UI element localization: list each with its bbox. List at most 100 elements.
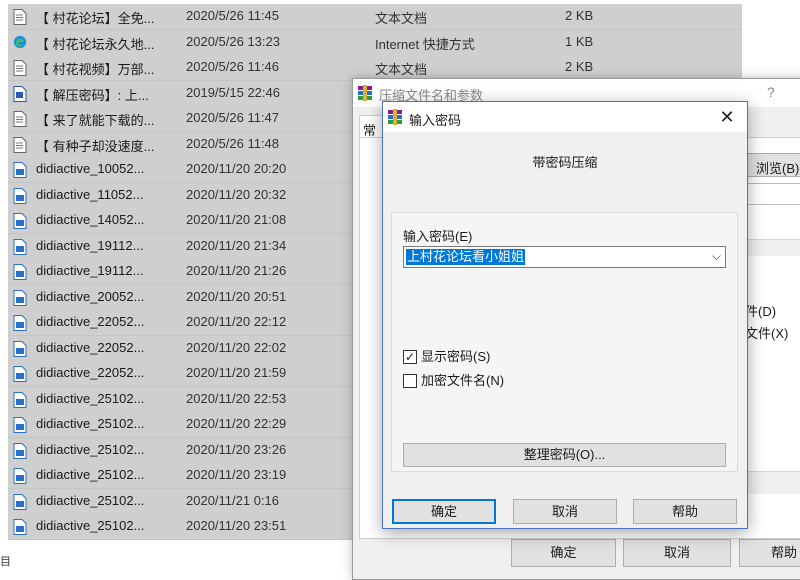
media-file-icon bbox=[13, 315, 27, 331]
media-file-icon bbox=[13, 391, 27, 408]
media-file-icon bbox=[13, 213, 27, 229]
password-input[interactable]: 上村花论坛看小姐姐 ⌵ bbox=[403, 246, 726, 268]
cancel-button[interactable]: 取消 bbox=[623, 539, 731, 567]
media-file-icon bbox=[13, 238, 27, 255]
media-file-icon bbox=[13, 442, 27, 459]
file-name[interactable]: didiactive_19112... bbox=[36, 238, 186, 253]
checkbox-box[interactable] bbox=[403, 373, 417, 388]
file-name[interactable]: 【 村花视频】万部... bbox=[36, 59, 186, 78]
text-file-icon bbox=[13, 60, 27, 76]
text-file-icon bbox=[13, 111, 27, 127]
file-row[interactable]: 【 村花论坛】全免... 2020/5/26 11:45 文本文档 2 KB bbox=[8, 4, 742, 30]
file-date: 2020/5/26 11:48 bbox=[186, 135, 280, 151]
browse-button[interactable]: 浏览(B) bbox=[747, 153, 800, 177]
close-icon[interactable]: ✕ bbox=[713, 106, 741, 128]
file-name[interactable]: didiactive_25102... bbox=[36, 493, 186, 508]
file-size: 1 KB bbox=[565, 33, 594, 49]
file-date: 2020/11/20 22:29 bbox=[186, 416, 287, 431]
enter-password-body: 带密码压缩 输入密码(E) 上村花论坛看小姐姐 ⌵ ✓ 显示密码(S) 加密文件名… bbox=[383, 132, 747, 528]
file-date: 2020/11/20 23:51 bbox=[186, 518, 287, 533]
document-file-icon bbox=[13, 85, 27, 102]
file-name[interactable]: 【 村花论坛】全免... bbox=[36, 8, 186, 27]
file-name[interactable]: didiactive_22052... bbox=[36, 365, 186, 380]
file-type: 文本文档 bbox=[375, 62, 428, 77]
panel-divider bbox=[747, 239, 800, 256]
file-name[interactable]: didiactive_19112... bbox=[36, 263, 186, 278]
file-date: 2020/11/20 21:59 bbox=[186, 365, 287, 380]
archive-option-label[interactable]: 文件(X) bbox=[745, 323, 788, 342]
file-name[interactable]: didiactive_25102... bbox=[36, 416, 186, 431]
enter-password-titlebar[interactable]: 输入密码 ✕ bbox=[383, 102, 747, 132]
file-row[interactable]: 【 村花论坛永久地... 2020/5/26 13:23 Internet 快捷方式… bbox=[8, 29, 742, 56]
media-file-icon bbox=[13, 162, 27, 178]
enter-password-title: 输入密码 bbox=[409, 113, 462, 128]
file-name[interactable]: didiactive_10052... bbox=[36, 161, 186, 176]
show-password-checkbox[interactable]: ✓ 显示密码(S) bbox=[403, 346, 490, 365]
winrar-icon bbox=[388, 109, 402, 125]
file-name[interactable]: didiactive_11052... bbox=[36, 187, 186, 202]
file-date: 2020/5/26 11:46 bbox=[186, 59, 280, 74]
chevron-down-icon[interactable]: ⌵ bbox=[712, 249, 721, 264]
file-date: 2019/5/15 22:46 bbox=[186, 84, 280, 100]
password-value[interactable]: 上村花论坛看小姐姐 bbox=[406, 249, 526, 265]
file-date: 2020/11/20 22:53 bbox=[186, 390, 287, 406]
file-name[interactable]: 【 有种子却没速度... bbox=[36, 136, 186, 155]
file-name[interactable]: didiactive_14052... bbox=[36, 212, 186, 227]
media-file-icon bbox=[13, 468, 27, 484]
text-file-icon bbox=[13, 136, 27, 153]
file-date: 2020/11/20 22:02 bbox=[186, 339, 287, 355]
file-type: Internet 快捷方式 bbox=[375, 36, 475, 52]
file-date: 2020/11/20 21:08 bbox=[186, 212, 287, 227]
password-field-label: 输入密码(E) bbox=[403, 229, 473, 244]
file-type: 文本文档 bbox=[375, 11, 428, 26]
help-button[interactable]: 帮助 bbox=[633, 499, 737, 524]
file-name[interactable]: didiactive_25102... bbox=[36, 442, 186, 457]
file-date: 2020/11/20 20:20 bbox=[186, 161, 287, 176]
file-date: 2020/5/26 13:23 bbox=[186, 33, 280, 49]
file-name[interactable]: didiactive_22052... bbox=[36, 314, 186, 329]
file-date: 2020/11/20 21:26 bbox=[186, 263, 287, 278]
file-name[interactable]: didiactive_20052... bbox=[36, 289, 186, 304]
file-date: 2020/11/21 0:16 bbox=[186, 492, 280, 508]
media-file-icon bbox=[13, 340, 27, 357]
file-date: 2020/11/20 21:34 bbox=[186, 237, 287, 253]
checkbox-box[interactable]: ✓ bbox=[403, 349, 417, 364]
view-toggle-icon[interactable]: 目 bbox=[0, 553, 11, 569]
media-file-icon bbox=[13, 187, 27, 204]
file-name[interactable]: didiactive_25102... bbox=[36, 518, 186, 533]
media-file-icon bbox=[13, 519, 27, 535]
media-file-icon bbox=[13, 289, 27, 306]
media-file-icon bbox=[13, 417, 27, 433]
edge-shortcut-icon bbox=[13, 35, 27, 51]
text-file-icon bbox=[13, 9, 27, 25]
media-file-icon bbox=[13, 366, 27, 382]
file-name[interactable]: didiactive_25102... bbox=[36, 467, 186, 482]
archive-name-field[interactable] bbox=[747, 183, 800, 205]
encrypt-filenames-checkbox[interactable]: 加密文件名(N) bbox=[403, 370, 504, 389]
cancel-button[interactable]: 取消 bbox=[513, 499, 617, 524]
file-date: 2020/5/26 11:45 bbox=[186, 8, 280, 23]
ok-button[interactable]: 确定 bbox=[511, 539, 616, 567]
file-name[interactable]: didiactive_22052... bbox=[36, 340, 186, 355]
enter-password-dialog: 输入密码 ✕ 带密码压缩 输入密码(E) 上村花论坛看小姐姐 ⌵ ✓ 显示密码(S… bbox=[382, 101, 748, 529]
file-date: 2020/11/20 20:51 bbox=[186, 288, 287, 304]
file-date: 2020/11/20 23:26 bbox=[186, 441, 287, 457]
archive-option-label[interactable]: 件(D) bbox=[745, 301, 776, 320]
media-file-icon bbox=[13, 264, 27, 280]
file-size: 2 KB bbox=[565, 59, 594, 74]
file-name[interactable]: 【 来了就能下载的... bbox=[36, 110, 186, 129]
ok-button[interactable]: 确定 bbox=[392, 499, 496, 524]
dialog-heading: 带密码压缩 bbox=[532, 155, 598, 170]
organize-passwords-button[interactable]: 整理密码(O)... bbox=[403, 443, 726, 467]
file-name[interactable]: 【 解压密码】: 上... bbox=[36, 85, 186, 104]
file-name[interactable]: didiactive_25102... bbox=[36, 391, 186, 406]
panel-divider bbox=[747, 471, 800, 494]
file-name[interactable]: 【 村花论坛永久地... bbox=[36, 34, 186, 53]
file-date: 2020/5/26 11:47 bbox=[186, 110, 280, 125]
winrar-icon bbox=[358, 85, 372, 101]
help-button[interactable]: 帮助 bbox=[739, 539, 800, 567]
media-file-icon bbox=[13, 493, 27, 510]
file-date: 2020/11/20 20:32 bbox=[186, 186, 287, 202]
help-icon[interactable]: ? bbox=[767, 84, 775, 100]
file-date: 2020/11/20 23:19 bbox=[186, 467, 287, 482]
